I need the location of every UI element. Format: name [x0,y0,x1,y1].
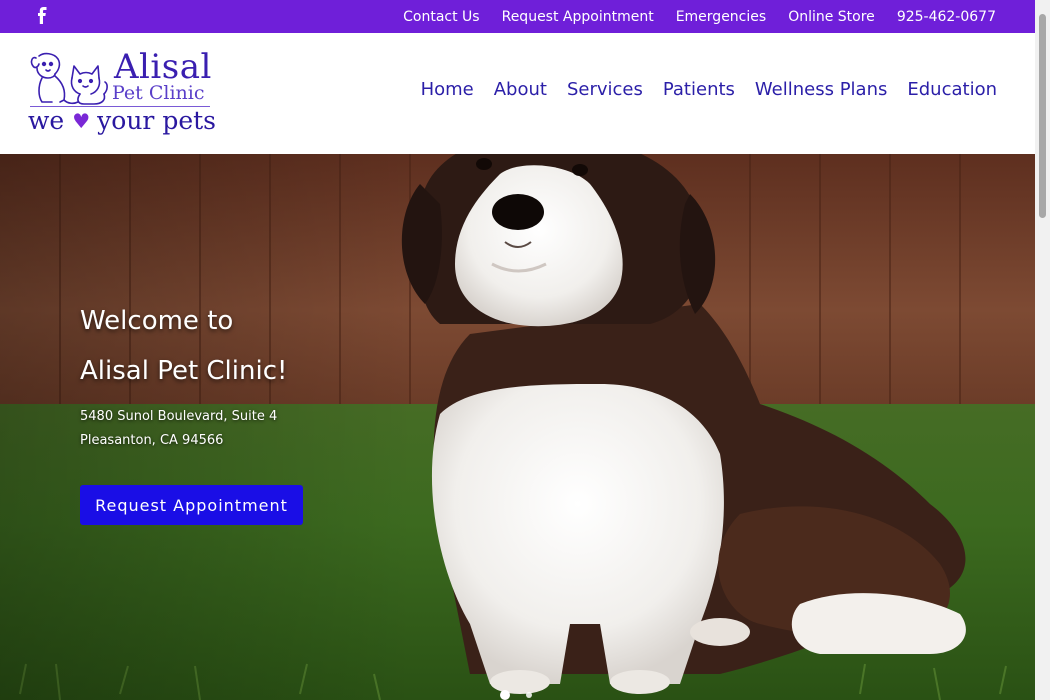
nav-home[interactable]: Home [421,79,474,100]
nav-wellness-plans[interactable]: Wellness Plans [755,79,887,100]
logo-name: Alisal [114,47,212,87]
hero-title-line2: Alisal Pet Clinic! [80,356,288,386]
utility-nav: Contact Us Request Appointment Emergenci… [381,0,996,33]
hero-slider: Welcome to Alisal Pet Clinic! 5480 Sunol… [0,154,1035,700]
online-store-link[interactable]: Online Store [788,9,875,25]
scrollbar-thumb[interactable] [1039,14,1046,218]
phone-link[interactable]: 925-462-0677 [897,9,996,25]
top-bar: Contact Us Request Appointment Emergenci… [0,0,1035,33]
emergencies-link[interactable]: Emergencies [676,9,766,25]
slider-dots [500,690,548,700]
site-header: Alisal Pet Clinic we ♥ your pets Home Ab… [0,33,1035,154]
hero-puppy-image [0,154,1035,700]
logo-tagline: we ♥ your pets [28,106,216,136]
tagline-your-pets: your pets [97,106,216,135]
address-line1: 5480 Sunol Boulevard, Suite 4 [80,409,278,424]
logo-subtitle: Pet Clinic [112,82,205,104]
request-appointment-link[interactable]: Request Appointment [502,9,654,25]
clinic-logo[interactable]: Alisal Pet Clinic we ♥ your pets [28,47,216,140]
heart-icon: ♥ [72,109,91,133]
nav-about[interactable]: About [494,79,547,100]
nav-education[interactable]: Education [907,79,997,100]
nav-patients[interactable]: Patients [663,79,735,100]
main-nav: Home About Services Patients Wellness Pl… [401,79,997,100]
facebook-icon[interactable] [35,6,49,26]
request-appointment-button[interactable]: Request Appointment [80,485,303,525]
tagline-we: we [28,106,65,135]
page-scrollbar[interactable] [1035,0,1050,700]
nav-services[interactable]: Services [567,79,643,100]
contact-us-link[interactable]: Contact Us [403,9,479,25]
dog-and-cat-logo-icon [30,52,108,105]
address-line2: Pleasanton, CA 94566 [80,433,224,448]
slide-dot-1[interactable] [500,690,510,700]
slide-dot-2[interactable] [526,692,532,698]
hero-title-line1: Welcome to [80,306,234,336]
